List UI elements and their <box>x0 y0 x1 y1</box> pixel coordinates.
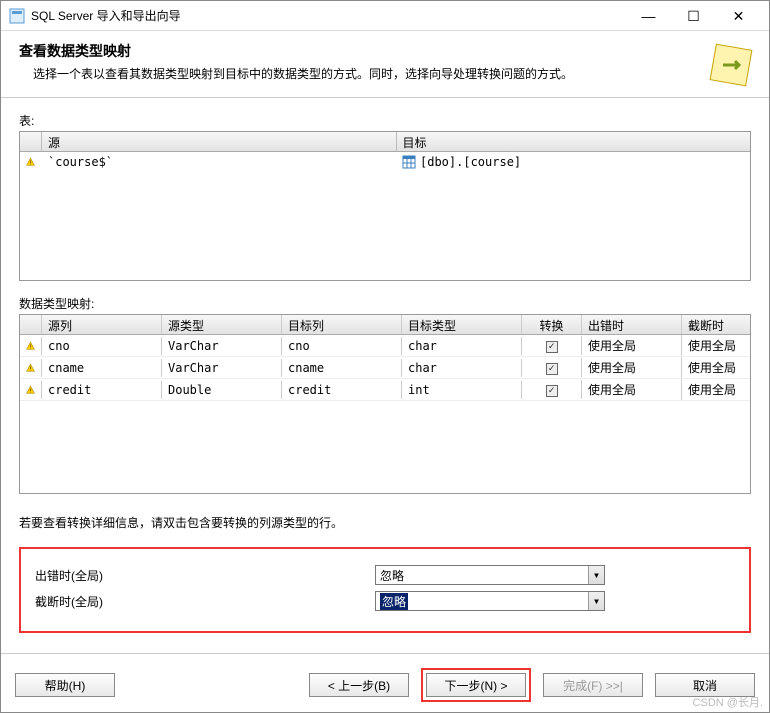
tables-grid: 源 目标 ! `course$` [dbo].[course] <box>19 131 751 281</box>
mapping-row[interactable]: ! cno VarChar cno char 使用全局 使用全局 <box>20 335 751 357</box>
src-col-cell: credit <box>42 381 162 399</box>
titlebar: SQL Server 导入和导出向导 — ☐ ✕ <box>1 1 769 31</box>
on-trunc-cell: 使用全局 <box>682 335 751 356</box>
mapping-header-tgttype[interactable]: 目标类型 <box>402 315 522 334</box>
next-highlight: 下一步(N) > <box>421 668 531 702</box>
convert-checkbox <box>546 363 558 375</box>
conv-cell <box>522 336 582 355</box>
tables-header-source[interactable]: 源 <box>42 132 397 151</box>
src-type-cell: Double <box>162 381 282 399</box>
on-err-cell: 使用全局 <box>582 357 682 378</box>
tables-label: 表: <box>19 112 751 129</box>
on-trunc-cell: 使用全局 <box>682 379 751 400</box>
src-type-cell: VarChar <box>162 337 282 355</box>
mapping-header-srccol[interactable]: 源列 <box>42 315 162 334</box>
table-icon <box>402 155 416 169</box>
mapping-row[interactable]: ! cname VarChar cname char 使用全局 使用全局 <box>20 357 751 379</box>
hint-text: 若要查看转换详细信息，请双击包含要转换的列源类型的行。 <box>19 514 751 531</box>
on-err-cell: 使用全局 <box>582 335 682 356</box>
convert-checkbox <box>546 341 558 353</box>
page-subtitle: 选择一个表以查看其数据类型映射到目标中的数据类型的方式。同时，选择向导处理转换问… <box>33 65 707 82</box>
tables-header-target[interactable]: 目标 <box>397 132 751 151</box>
on-trunc-global-label: 截断时(全局) <box>35 593 375 610</box>
on-trunc-global-combo[interactable]: 忽略 ▾ <box>375 591 605 611</box>
svg-text:!: ! <box>29 160 32 166</box>
mapping-grid[interactable]: 源列 源类型 目标列 目标类型 转换 出错时 截断时 ! cno VarChar… <box>19 314 751 494</box>
wizard-icon <box>707 41 755 89</box>
close-button[interactable]: ✕ <box>716 2 761 30</box>
watermark: CSDN @长月. <box>693 694 763 710</box>
mapping-header-icon[interactable] <box>20 315 42 334</box>
conv-cell <box>522 358 582 377</box>
convert-checkbox <box>546 385 558 397</box>
finish-button: 完成(F) >>| <box>543 673 643 697</box>
tgt-type-cell: char <box>402 337 522 355</box>
tgt-col-cell: cno <box>282 337 402 355</box>
on-trunc-global-value: 忽略 <box>380 593 408 610</box>
next-button[interactable]: 下一步(N) > <box>426 673 526 697</box>
mapping-header-tgtcol[interactable]: 目标列 <box>282 315 402 334</box>
source-table-cell: `course$` <box>42 154 396 170</box>
chevron-down-icon[interactable]: ▾ <box>588 592 604 610</box>
window-title: SQL Server 导入和导出向导 <box>31 7 626 24</box>
on-error-global-combo[interactable]: 忽略 ▾ <box>375 565 605 585</box>
src-col-cell: cno <box>42 337 162 355</box>
warning-icon: ! <box>20 359 42 377</box>
warning-icon: ! <box>20 381 42 399</box>
globals-highlight: 出错时(全局) 忽略 ▾ 截断时(全局) 忽略 ▾ <box>19 547 751 633</box>
mapping-row[interactable]: ! credit Double credit int 使用全局 使用全局 <box>20 379 751 401</box>
on-trunc-cell: 使用全局 <box>682 357 751 378</box>
src-type-cell: VarChar <box>162 359 282 377</box>
mapping-label: 数据类型映射: <box>19 295 751 312</box>
wizard-footer: 帮助(H) < 上一步(B) 下一步(N) > 完成(F) >>| 取消 <box>1 662 769 712</box>
svg-text:!: ! <box>29 344 32 350</box>
on-error-global-value: 忽略 <box>380 567 404 584</box>
mapping-header-err[interactable]: 出错时 <box>582 315 682 334</box>
minimize-button[interactable]: — <box>626 2 671 30</box>
target-table-cell: [dbo].[course] <box>420 155 521 169</box>
warning-icon: ! <box>20 154 42 170</box>
warning-icon: ! <box>20 337 42 355</box>
tables-header-icon[interactable] <box>20 132 42 151</box>
tgt-col-cell: credit <box>282 381 402 399</box>
tgt-col-cell: cname <box>282 359 402 377</box>
on-error-global-label: 出错时(全局) <box>35 567 375 584</box>
table-row[interactable]: ! `course$` [dbo].[course] <box>20 152 750 172</box>
wizard-header: 查看数据类型映射 选择一个表以查看其数据类型映射到目标中的数据类型的方式。同时，… <box>1 31 769 98</box>
chevron-down-icon[interactable]: ▾ <box>588 566 604 584</box>
back-button[interactable]: < 上一步(B) <box>309 673 409 697</box>
app-icon <box>9 8 25 24</box>
mapping-header-srctype[interactable]: 源类型 <box>162 315 282 334</box>
conv-cell <box>522 380 582 399</box>
mapping-header-trunc[interactable]: 截断时 <box>682 315 751 334</box>
help-button[interactable]: 帮助(H) <box>15 673 115 697</box>
maximize-button[interactable]: ☐ <box>671 2 716 30</box>
src-col-cell: cname <box>42 359 162 377</box>
on-err-cell: 使用全局 <box>582 379 682 400</box>
page-title: 查看数据类型映射 <box>19 41 707 61</box>
mapping-header-conv[interactable]: 转换 <box>522 315 582 334</box>
svg-text:!: ! <box>29 366 32 372</box>
tgt-type-cell: char <box>402 359 522 377</box>
svg-text:!: ! <box>29 388 32 394</box>
tgt-type-cell: int <box>402 381 522 399</box>
